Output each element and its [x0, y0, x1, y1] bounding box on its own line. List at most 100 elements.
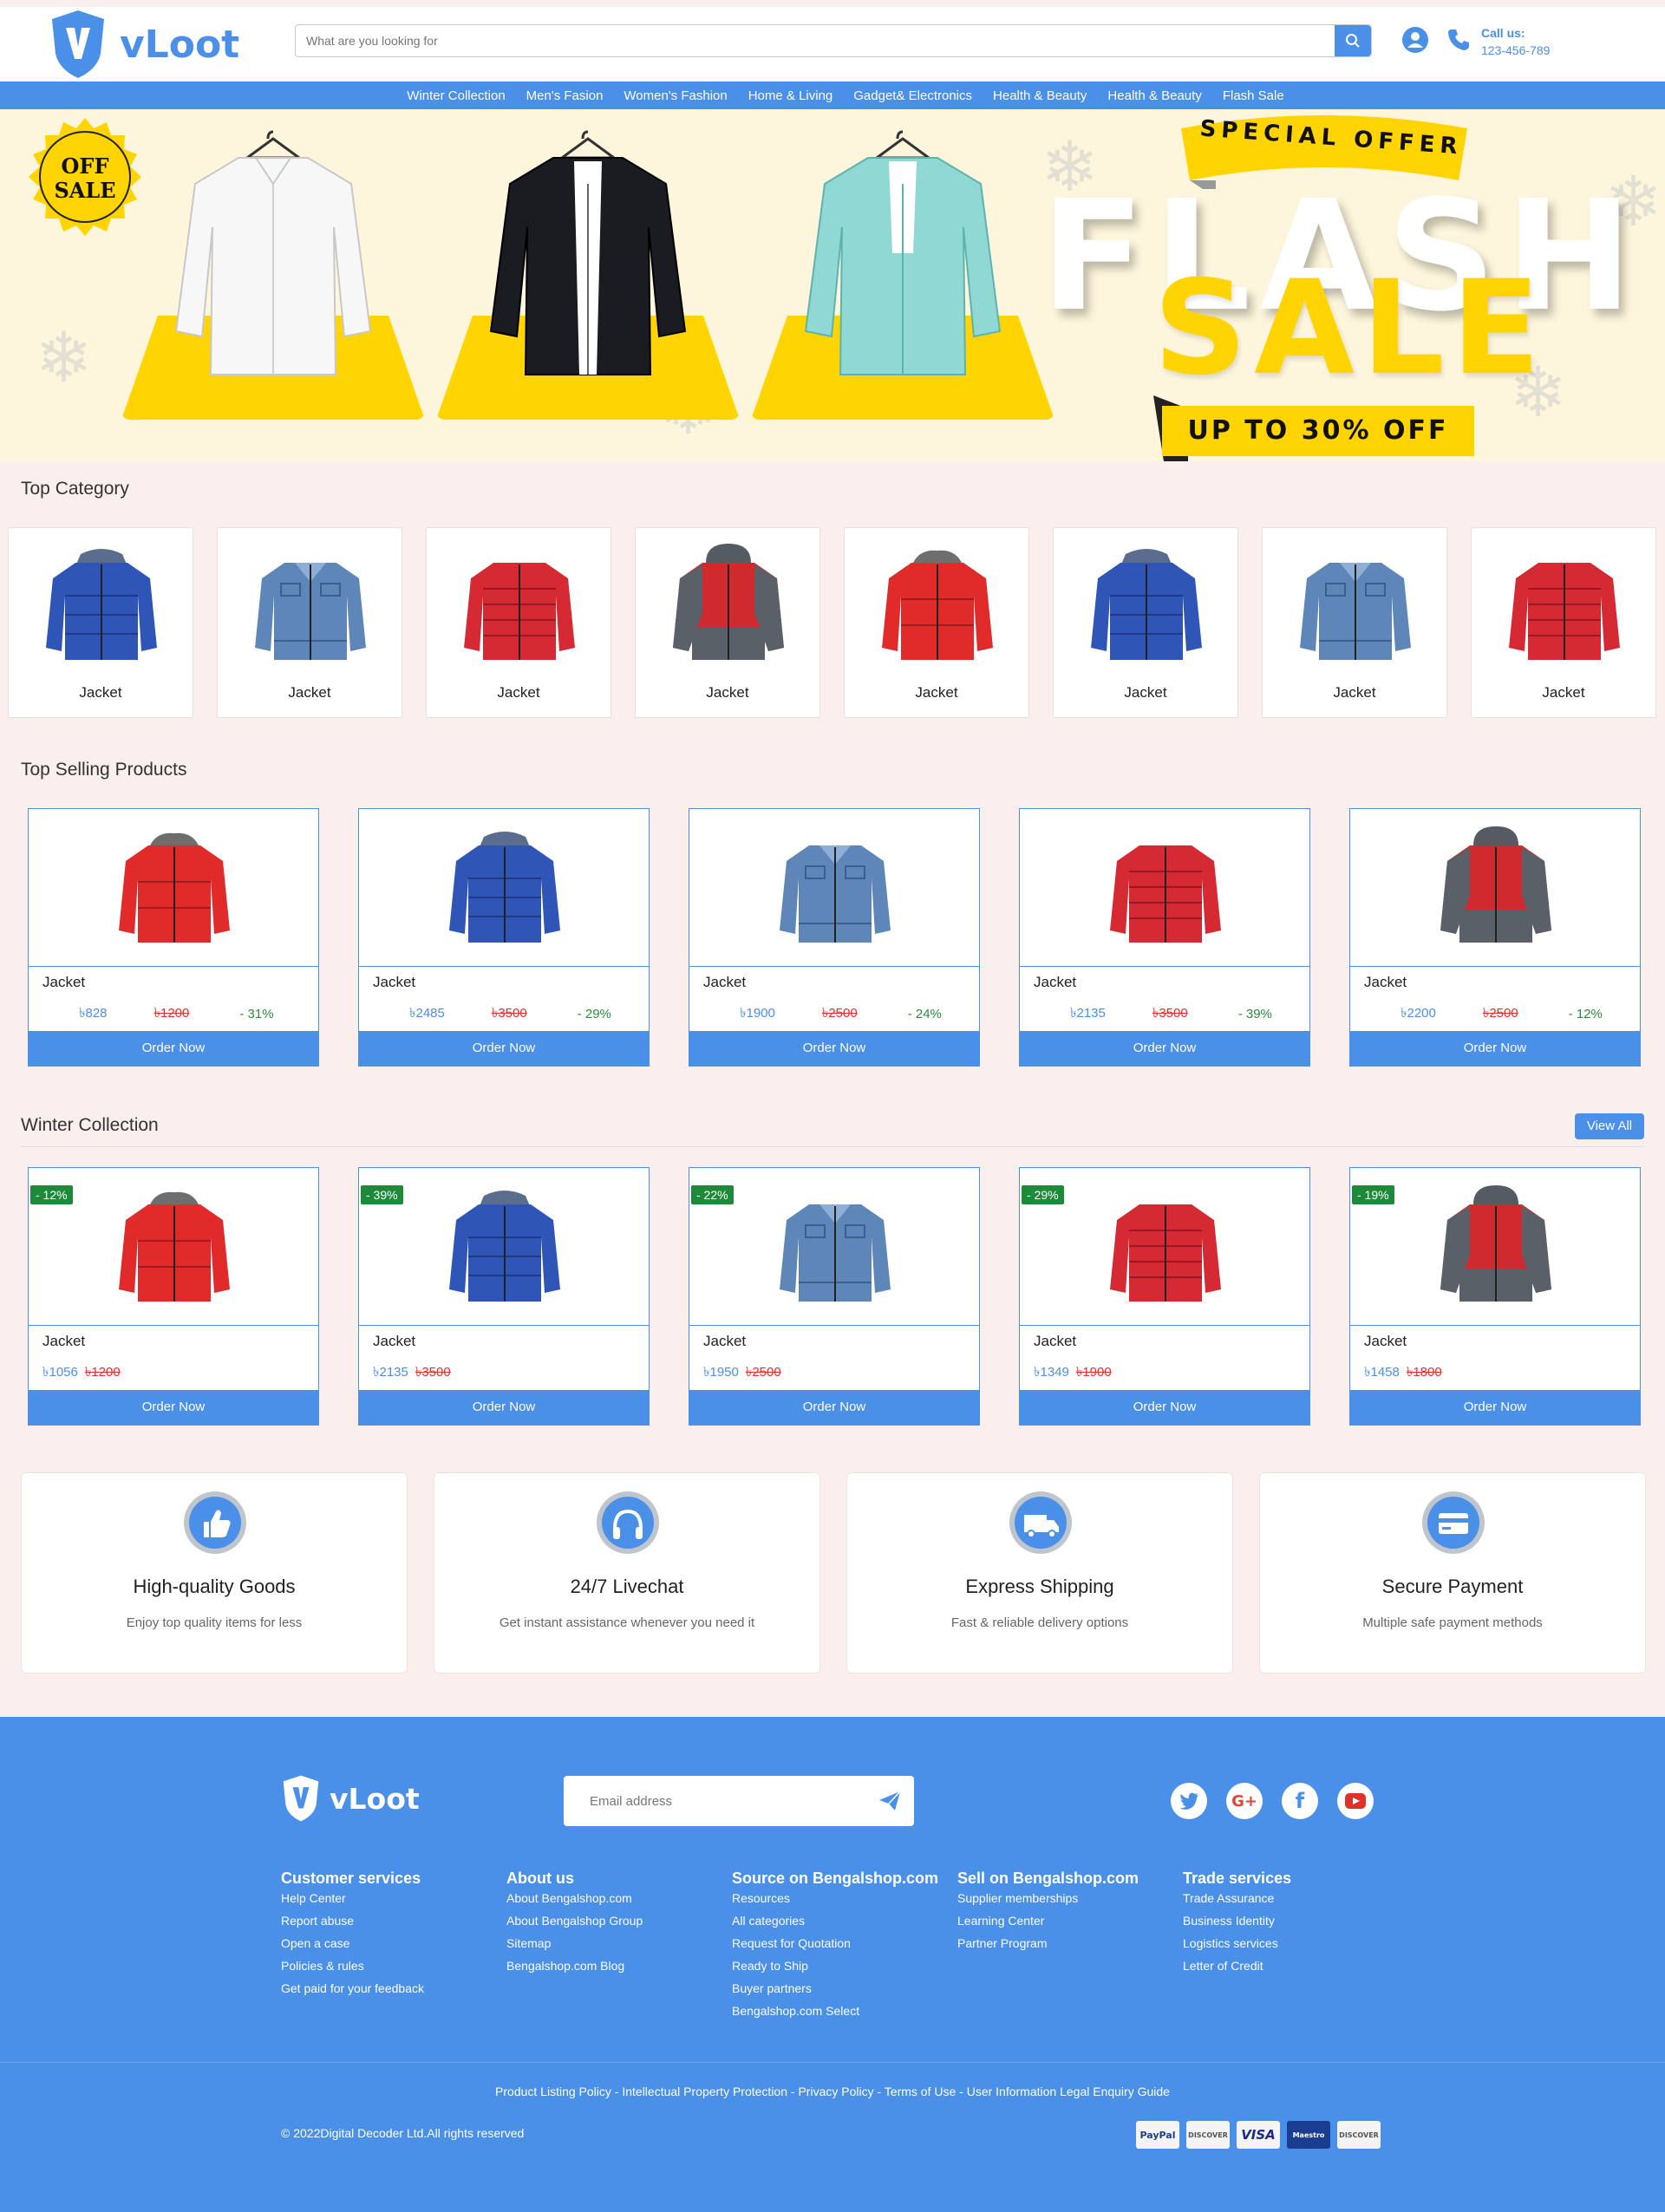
- footer-link[interactable]: Ready to Ship: [732, 1954, 938, 1977]
- order-now-button[interactable]: Order Now: [29, 1031, 318, 1066]
- product-image[interactable]: [359, 809, 649, 967]
- brand-logo[interactable]: vLoot: [49, 7, 239, 82]
- order-now-button[interactable]: Order Now: [689, 1031, 979, 1066]
- view-all-button[interactable]: View All: [1575, 1113, 1644, 1139]
- email-input[interactable]: [590, 1776, 867, 1826]
- policy-link-legal[interactable]: User Information Legal Enquiry Guide: [967, 2085, 1170, 2098]
- product-card[interactable]: Jacket ৳2200 ৳2500 - 12% Order Now: [1349, 808, 1641, 1067]
- user-account-icon[interactable]: [1401, 26, 1429, 54]
- product-image[interactable]: [29, 809, 318, 967]
- footer-link[interactable]: Help Center: [281, 1887, 424, 1909]
- footer-link[interactable]: Policies & rules: [281, 1954, 424, 1977]
- search-input[interactable]: [296, 25, 1335, 56]
- product-card[interactable]: - 39% Jacket ৳2135 ৳3500 Order Now: [358, 1167, 650, 1426]
- footer-logo[interactable]: vLoot: [281, 1774, 420, 1823]
- footer-link[interactable]: Bengalshop.com Blog: [506, 1954, 643, 1977]
- product-image[interactable]: - 19%: [1350, 1168, 1640, 1326]
- footer-link[interactable]: Trade Assurance: [1183, 1887, 1291, 1909]
- youtube-button[interactable]: [1337, 1783, 1374, 1819]
- order-now-button[interactable]: Order Now: [1020, 1390, 1309, 1425]
- footer-link[interactable]: All categories: [732, 1909, 938, 1932]
- phone-number[interactable]: 123-456-789: [1481, 42, 1550, 59]
- order-now-button[interactable]: Order Now: [1350, 1390, 1640, 1425]
- discount-badge: - 29%: [1022, 1185, 1064, 1204]
- nav-womens-fashion[interactable]: Women's Fashion: [624, 88, 727, 103]
- sale-price: ৳1349: [1034, 1364, 1069, 1380]
- twitter-button[interactable]: [1171, 1783, 1207, 1819]
- footer-link[interactable]: Get paid for your feedback: [281, 1977, 424, 2000]
- footer-link[interactable]: Report abuse: [281, 1909, 424, 1932]
- policy-link-terms[interactable]: Terms of Use: [885, 2085, 956, 2098]
- product-card[interactable]: - 19% Jacket ৳1458 ৳1800 Order Now: [1349, 1167, 1641, 1426]
- footer-link[interactable]: Sitemap: [506, 1932, 643, 1954]
- footer-link[interactable]: Buyer partners: [732, 1977, 938, 2000]
- search-bar: [295, 24, 1372, 57]
- feature-description: Multiple safe payment methods: [1362, 1615, 1543, 1630]
- footer-link[interactable]: Learning Center: [957, 1909, 1139, 1932]
- nav-health-beauty[interactable]: Health & Beauty: [993, 88, 1087, 103]
- category-card[interactable]: Jacket: [844, 527, 1029, 718]
- footer-link[interactable]: About Bengalshop.com: [506, 1887, 643, 1909]
- order-now-button[interactable]: Order Now: [359, 1390, 649, 1425]
- product-image[interactable]: - 12%: [29, 1168, 318, 1326]
- product-image[interactable]: [1350, 809, 1640, 967]
- footer-link[interactable]: Resources: [732, 1887, 938, 1909]
- product-card[interactable]: - 22% Jacket ৳1950 ৳2500 Order Now: [689, 1167, 980, 1426]
- product-card[interactable]: - 29% Jacket ৳1349 ৳1900 Order Now: [1019, 1167, 1310, 1426]
- category-card[interactable]: Jacket: [1053, 527, 1238, 718]
- product-card[interactable]: Jacket ৳828 ৳1200 - 31% Order Now: [28, 808, 319, 1067]
- product-image[interactable]: - 39%: [359, 1168, 649, 1326]
- footer-link[interactable]: Partner Program: [957, 1932, 1139, 1954]
- category-card[interactable]: Jacket: [1262, 527, 1447, 718]
- footer-link[interactable]: Business Identity: [1183, 1909, 1291, 1932]
- category-card[interactable]: Jacket: [217, 527, 402, 718]
- product-image[interactable]: [1020, 809, 1309, 967]
- product-name: Jacket: [1034, 1333, 1077, 1349]
- product-image[interactable]: - 22%: [689, 1168, 979, 1326]
- footer-link[interactable]: Open a case: [281, 1932, 424, 1954]
- discount-percent: - 29%: [577, 1006, 611, 1021]
- price-row: ৳1349 ৳1900: [1020, 1355, 1309, 1390]
- policy-link-privacy[interactable]: Privacy Policy: [798, 2085, 873, 2098]
- order-now-button[interactable]: Order Now: [689, 1390, 979, 1425]
- order-now-button[interactable]: Order Now: [1020, 1031, 1309, 1066]
- product-card[interactable]: Jacket ৳1900 ৳2500 - 24% Order Now: [689, 808, 980, 1067]
- category-card[interactable]: Jacket: [635, 527, 820, 718]
- category-card[interactable]: Jacket: [426, 527, 611, 718]
- product-card[interactable]: - 12% Jacket ৳1056 ৳1200 Order Now: [28, 1167, 319, 1426]
- footer-link[interactable]: Logistics services: [1183, 1932, 1291, 1954]
- product-image[interactable]: [689, 809, 979, 967]
- nav-flash-sale[interactable]: Flash Sale: [1223, 88, 1284, 103]
- order-now-button[interactable]: Order Now: [1350, 1031, 1640, 1066]
- policy-link-ip[interactable]: Intellectual Property Protection: [622, 2085, 787, 2098]
- nav-mens-fashion[interactable]: Men's Fasion: [526, 88, 604, 103]
- nav-winter-collection[interactable]: Winter Collection: [407, 88, 505, 103]
- order-now-button[interactable]: Order Now: [29, 1390, 318, 1425]
- product-image[interactable]: - 29%: [1020, 1168, 1309, 1326]
- sale-price: ৳828: [79, 1005, 108, 1021]
- nav-health-beauty-2[interactable]: Health & Beauty: [1107, 88, 1201, 103]
- product-card[interactable]: Jacket ৳2485 ৳3500 - 29% Order Now: [358, 808, 650, 1067]
- red-grey-hooded-jacket-icon: [1440, 826, 1551, 943]
- category-label: Jacket: [497, 684, 540, 701]
- send-icon[interactable]: [879, 1791, 900, 1811]
- search-button[interactable]: [1335, 25, 1371, 56]
- footer-link[interactable]: Supplier memberships: [957, 1887, 1139, 1909]
- category-card[interactable]: Jacket: [1471, 527, 1656, 718]
- footer-link[interactable]: Bengalshop.com Select: [732, 2000, 938, 2022]
- policy-link-listing[interactable]: Product Listing Policy: [495, 2085, 611, 2098]
- flash-sale-banner[interactable]: ❄ ❄ ❄ ❄ ❄ ❄ OFF SALE SPECIAL OFFER FLASH…: [0, 109, 1665, 461]
- nav-gadget-electronics[interactable]: Gadget& Electronics: [853, 88, 972, 103]
- facebook-button[interactable]: f: [1282, 1783, 1318, 1819]
- product-card[interactable]: Jacket ৳2135 ৳3500 - 39% Order Now: [1019, 808, 1310, 1067]
- footer-link[interactable]: Letter of Credit: [1183, 1954, 1291, 1977]
- price-row: ৳828 ৳1200 - 31%: [29, 996, 318, 1031]
- feature-title: 24/7 Livechat: [570, 1576, 684, 1597]
- footer-link[interactable]: About Bengalshop Group: [506, 1909, 643, 1932]
- footer-link[interactable]: Request for Quotation: [732, 1932, 938, 1954]
- order-now-button[interactable]: Order Now: [359, 1031, 649, 1066]
- google-plus-button[interactable]: G+: [1226, 1783, 1263, 1819]
- category-card[interactable]: Jacket: [8, 527, 193, 718]
- discount-badge: - 39%: [361, 1185, 403, 1204]
- nav-home-living[interactable]: Home & Living: [748, 88, 833, 103]
